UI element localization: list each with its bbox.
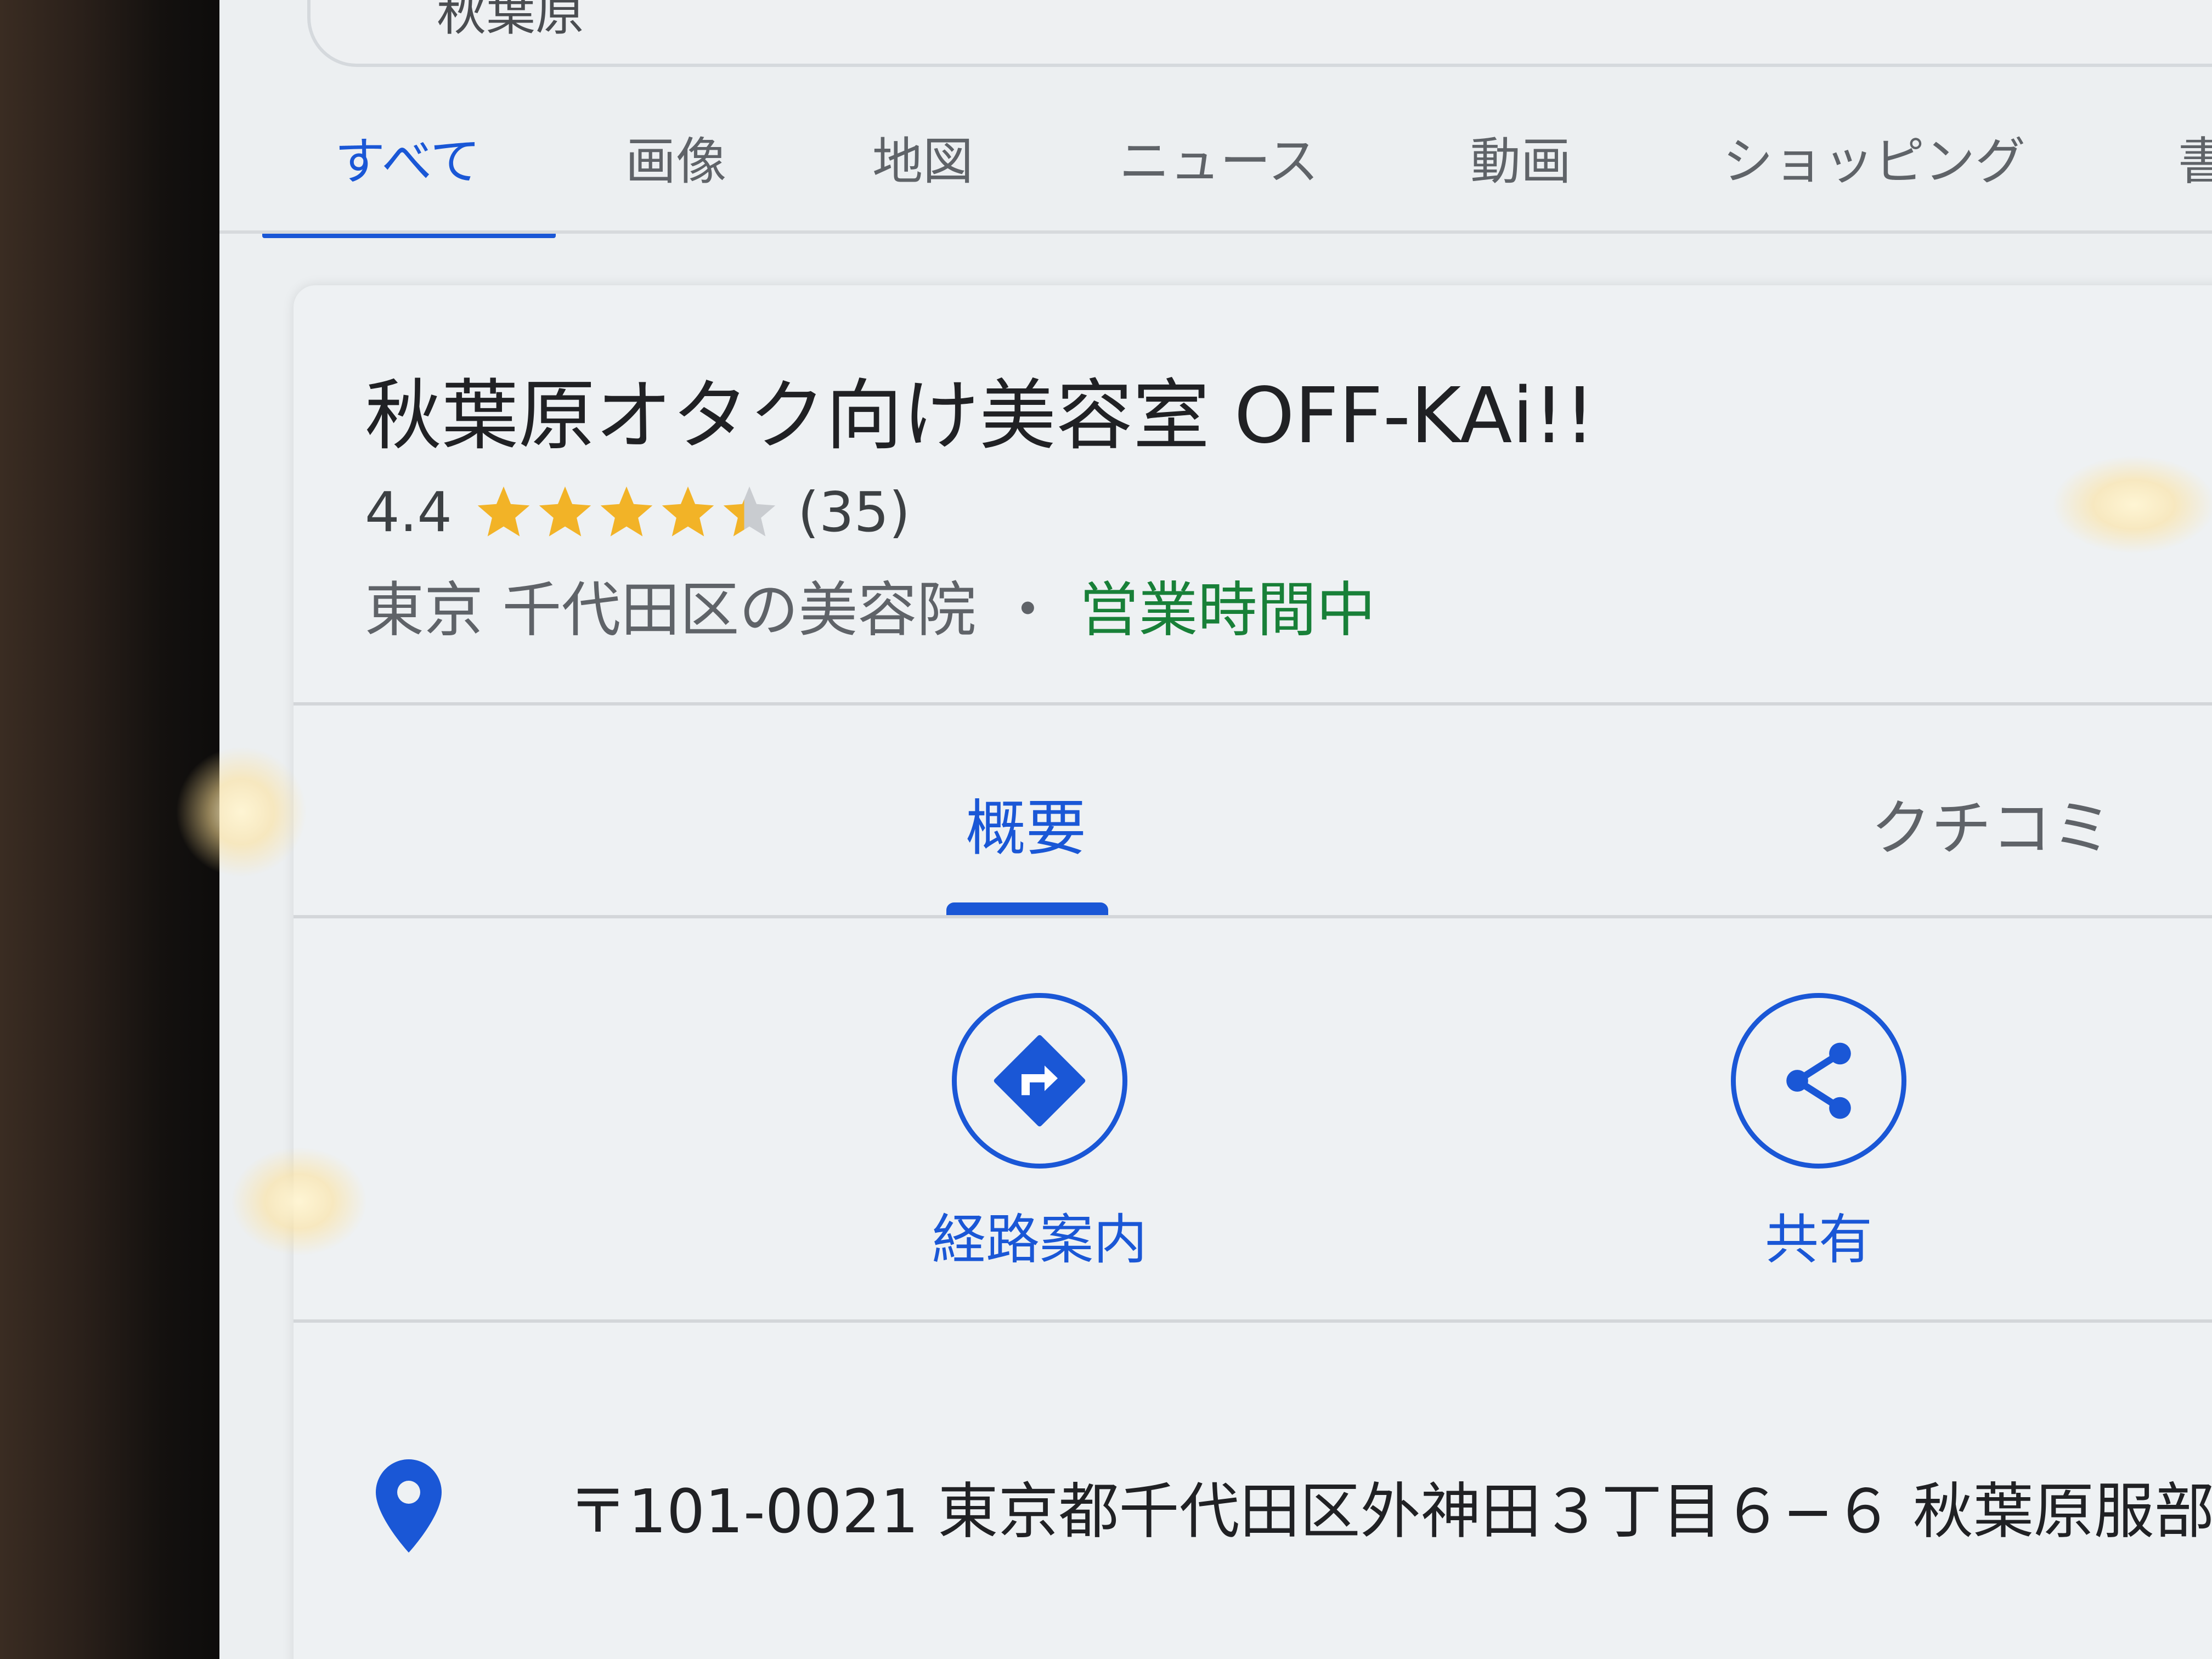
tab-books[interactable]: 書 [2178,121,2212,194]
directions-label: 経路案内 [932,1209,1147,1271]
directions-circle [952,993,1127,1169]
star-rating [474,483,781,542]
address-row[interactable]: 〒101-0021 東京都千代田区外神田３丁目６−６ 秋葉原服部 [376,1459,2212,1553]
light-glare [230,1147,368,1256]
actions-divider [294,1319,2212,1323]
tabs-divider [219,230,2212,234]
share-circle [1731,993,1906,1169]
rating-row[interactable]: 4.4 (35) [365,480,910,544]
light-glare [2052,455,2212,554]
subtab-reviews[interactable]: クチコミ [1871,779,2112,867]
phone-screen: 秋葉原 すべて 画像 地図 ニュース 動画 ショッピング 書 秋葉原オタク向け美… [219,0,2212,1659]
meta-separator: ・ [998,576,1058,645]
light-glare [176,746,307,878]
subtab-divider [294,915,2212,918]
search-query-text: 秋葉原 [437,0,585,42]
tab-maps[interactable]: 地図 [872,121,973,194]
card-divider [294,702,2212,706]
star-icon [662,486,714,537]
star-icon [600,486,653,537]
search-tabs: すべて 画像 地図 ニュース 動画 ショッピング 書 [219,104,2212,241]
tab-videos[interactable]: 動画 [1470,121,1571,194]
tab-all[interactable]: すべて [335,121,481,194]
share-icon [1786,1042,1851,1119]
tab-images[interactable]: 画像 [625,121,726,194]
location-pin-icon [376,1459,442,1553]
review-count[interactable]: (35) [798,480,910,544]
star-icon [539,486,591,537]
business-category: 東京 千代田区の美容院 [365,576,977,645]
business-meta: 東京 千代田区の美容院・営業時間中 [365,562,1375,648]
address-text: 〒101-0021 東京都千代田区外神田３丁目６−６ 秋葉原服部 [568,1476,2212,1547]
open-status: 営業時間中 [1079,576,1376,645]
rating-value: 4.4 [365,480,453,544]
directions-icon [994,1035,1086,1127]
tab-shopping[interactable]: ショッピング [1723,121,2025,194]
directions-button[interactable]: 経路案内 [924,993,1155,1274]
star-icon [723,486,776,537]
star-icon [477,486,530,537]
share-label: 共有 [1764,1209,1872,1271]
active-subtab-indicator [946,902,1108,916]
search-input[interactable]: 秋葉原 [307,0,2212,67]
subtab-overview[interactable]: 概要 [966,779,1086,867]
share-button[interactable]: 共有 [1703,993,1934,1274]
business-card: 秋葉原オタク向け美容室 OFF-KAi!! 4.4 (35) 東京 千代田区の美… [294,285,2212,1659]
tab-news[interactable]: ニュース [1119,121,1318,194]
business-name: 秋葉原オタク向け美容室 OFF-KAi!! [365,371,1595,461]
